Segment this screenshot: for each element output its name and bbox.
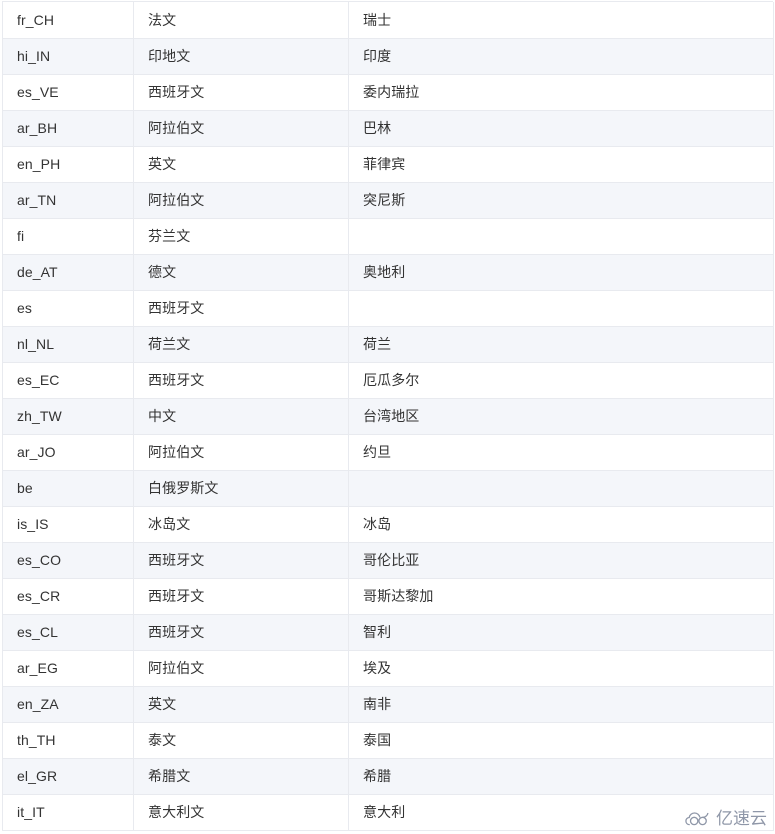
table-row: es_CR 西班牙文 哥斯达黎加 xyxy=(2,578,774,615)
cell-region: 南非 xyxy=(348,686,774,723)
cell-language: 英文 xyxy=(133,146,349,183)
table-row: it_IT 意大利文 意大利 xyxy=(2,794,774,831)
cell-language: 冰岛文 xyxy=(133,506,349,543)
table-row: fi 芬兰文 xyxy=(2,218,774,255)
cell-region: 冰岛 xyxy=(348,506,774,543)
cell-code: es xyxy=(2,290,134,327)
cell-code: it_IT xyxy=(2,794,134,831)
table-row: is_IS 冰岛文 冰岛 xyxy=(2,506,774,543)
table-row: en_ZA 英文 南非 xyxy=(2,686,774,723)
cell-region: 突尼斯 xyxy=(348,182,774,219)
cell-region: 埃及 xyxy=(348,650,774,687)
cell-region: 厄瓜多尔 xyxy=(348,362,774,399)
table-row: nl_NL 荷兰文 荷兰 xyxy=(2,326,774,363)
cell-code: be xyxy=(2,470,134,507)
cell-code: el_GR xyxy=(2,758,134,795)
cell-region: 哥斯达黎加 xyxy=(348,578,774,615)
cell-language: 西班牙文 xyxy=(133,362,349,399)
cell-language: 印地文 xyxy=(133,38,349,75)
table-row: es_CO 西班牙文 哥伦比亚 xyxy=(2,542,774,579)
cell-language: 泰文 xyxy=(133,722,349,759)
table-row: el_GR 希腊文 希腊 xyxy=(2,758,774,795)
table-row: en_PH 英文 菲律宾 xyxy=(2,146,774,183)
table-row: es_VE 西班牙文 委内瑞拉 xyxy=(2,74,774,111)
cell-code: de_AT xyxy=(2,254,134,291)
cell-region: 印度 xyxy=(348,38,774,75)
table-row: hi_IN 印地文 印度 xyxy=(2,38,774,75)
table-row: ar_EG 阿拉伯文 埃及 xyxy=(2,650,774,687)
table-row: ar_BH 阿拉伯文 巴林 xyxy=(2,110,774,147)
table-row: es 西班牙文 xyxy=(2,290,774,327)
cell-region: 巴林 xyxy=(348,110,774,147)
cell-language: 德文 xyxy=(133,254,349,291)
cell-language: 法文 xyxy=(133,2,349,39)
cell-language: 荷兰文 xyxy=(133,326,349,363)
table-row: be 白俄罗斯文 xyxy=(2,470,774,507)
cell-region: 泰国 xyxy=(348,722,774,759)
cell-region: 希腊 xyxy=(348,758,774,795)
cell-language: 西班牙文 xyxy=(133,542,349,579)
cell-language: 中文 xyxy=(133,398,349,435)
cell-code: ar_TN xyxy=(2,182,134,219)
cell-code: th_TH xyxy=(2,722,134,759)
cell-code: es_EC xyxy=(2,362,134,399)
table-row: de_AT 德文 奥地利 xyxy=(2,254,774,291)
table-row: fr_CH 法文 瑞士 xyxy=(2,2,774,39)
cell-language: 西班牙文 xyxy=(133,290,349,327)
cell-code: ar_JO xyxy=(2,434,134,471)
cell-code: hi_IN xyxy=(2,38,134,75)
table-row: ar_TN 阿拉伯文 突尼斯 xyxy=(2,182,774,219)
cell-region xyxy=(348,218,774,255)
cell-language: 阿拉伯文 xyxy=(133,110,349,147)
table-row: th_TH 泰文 泰国 xyxy=(2,722,774,759)
locale-table: fr_CH 法文 瑞士 hi_IN 印地文 印度 es_VE 西班牙文 委内瑞拉 ar_BH 阿拉伯… xyxy=(2,2,774,831)
cell-language: 希腊文 xyxy=(133,758,349,795)
cell-code: ar_EG xyxy=(2,650,134,687)
cell-region: 瑞士 xyxy=(348,2,774,39)
cell-language: 阿拉伯文 xyxy=(133,182,349,219)
cell-code: es_CL xyxy=(2,614,134,651)
cell-region: 奥地利 xyxy=(348,254,774,291)
table-row: es_CL 西班牙文 智利 xyxy=(2,614,774,651)
cell-language: 西班牙文 xyxy=(133,74,349,111)
cell-language: 英文 xyxy=(133,686,349,723)
cell-code: fi xyxy=(2,218,134,255)
cell-code: zh_TW xyxy=(2,398,134,435)
table-top-edge-rule xyxy=(2,1,773,2)
cell-region: 荷兰 xyxy=(348,326,774,363)
cell-language: 阿拉伯文 xyxy=(133,434,349,471)
cell-language: 西班牙文 xyxy=(133,614,349,651)
cell-code: es_CR xyxy=(2,578,134,615)
cell-code: fr_CH xyxy=(2,2,134,39)
cell-code: ar_BH xyxy=(2,110,134,147)
cell-region: 意大利 xyxy=(348,794,774,831)
cell-language: 芬兰文 xyxy=(133,218,349,255)
locale-table-body: fr_CH 法文 瑞士 hi_IN 印地文 印度 es_VE 西班牙文 委内瑞拉 ar_BH 阿拉伯… xyxy=(2,2,774,831)
table-row: ar_JO 阿拉伯文 约旦 xyxy=(2,434,774,471)
cell-region xyxy=(348,290,774,327)
cell-region: 菲律宾 xyxy=(348,146,774,183)
cell-region xyxy=(348,470,774,507)
cell-region: 哥伦比亚 xyxy=(348,542,774,579)
cell-language: 白俄罗斯文 xyxy=(133,470,349,507)
cell-language: 阿拉伯文 xyxy=(133,650,349,687)
cell-region: 台湾地区 xyxy=(348,398,774,435)
cell-code: es_CO xyxy=(2,542,134,579)
cell-code: nl_NL xyxy=(2,326,134,363)
cell-language: 西班牙文 xyxy=(133,578,349,615)
cell-code: en_PH xyxy=(2,146,134,183)
cell-region: 约旦 xyxy=(348,434,774,471)
cell-language: 意大利文 xyxy=(133,794,349,831)
cell-region: 委内瑞拉 xyxy=(348,74,774,111)
table-row: es_EC 西班牙文 厄瓜多尔 xyxy=(2,362,774,399)
cell-code: en_ZA xyxy=(2,686,134,723)
cell-code: is_IS xyxy=(2,506,134,543)
cell-code: es_VE xyxy=(2,74,134,111)
table-row: zh_TW 中文 台湾地区 xyxy=(2,398,774,435)
cell-region: 智利 xyxy=(348,614,774,651)
locale-table-wrapper: fr_CH 法文 瑞士 hi_IN 印地文 印度 es_VE 西班牙文 委内瑞拉 ar_BH 阿拉伯… xyxy=(0,0,775,834)
